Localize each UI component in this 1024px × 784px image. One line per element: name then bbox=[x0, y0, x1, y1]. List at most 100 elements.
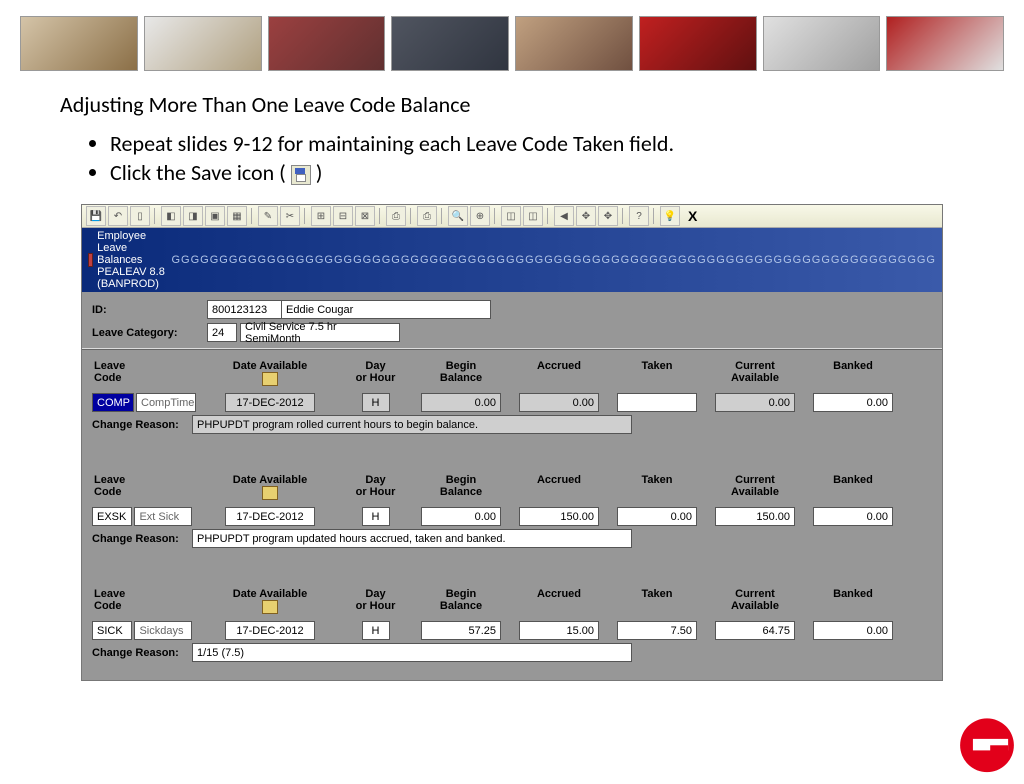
leave-code-field[interactable]: SICK bbox=[92, 621, 132, 640]
siue-logo bbox=[955, 712, 1019, 776]
col-day-hour: Dayor Hour bbox=[348, 360, 403, 391]
taken-field[interactable]: 7.50 bbox=[617, 621, 697, 640]
day-hour-field[interactable]: H bbox=[362, 621, 390, 640]
col-begin-balance: BeginBalance bbox=[421, 360, 501, 391]
window-title: Employee Leave Balances PEALEAV 8.8 (BAN… bbox=[97, 230, 167, 290]
search-icon[interactable]: 🔍 bbox=[448, 206, 468, 226]
bullet-text: Click the Save icon ( bbox=[110, 159, 291, 186]
col-current-available: CurrentAvailable bbox=[715, 474, 795, 505]
header-photo bbox=[763, 16, 881, 71]
col-banked: Banked bbox=[813, 474, 893, 505]
leave-code-desc: Ext Sick bbox=[134, 507, 192, 526]
accrued-field[interactable]: 150.00 bbox=[519, 507, 599, 526]
banked-field[interactable]: 0.00 bbox=[813, 507, 893, 526]
col-accrued: Accrued bbox=[519, 588, 599, 619]
change-reason-field[interactable]: 1/15 (7.5) bbox=[192, 643, 632, 662]
tool-icon[interactable]: ⊕ bbox=[470, 206, 490, 226]
slide-title: Adjusting More Than One Leave Code Balan… bbox=[60, 91, 964, 118]
undo-icon[interactable]: ↶ bbox=[108, 206, 128, 226]
day-hour-field[interactable]: H bbox=[362, 507, 390, 526]
header-photo bbox=[391, 16, 509, 71]
change-reason-label: Change Reason: bbox=[92, 647, 192, 659]
change-reason-label: Change Reason: bbox=[92, 533, 192, 545]
col-leave-code: LeaveCode bbox=[92, 474, 192, 505]
change-reason-field[interactable]: PHPUPDT program updated hours accrued, t… bbox=[192, 529, 632, 548]
leave-code-field[interactable]: COMP bbox=[92, 393, 134, 412]
tool-icon[interactable]: ◫ bbox=[501, 206, 521, 226]
day-hour-field[interactable]: H bbox=[362, 393, 390, 412]
calendar-icon[interactable] bbox=[262, 600, 278, 614]
begin-balance-field[interactable]: 0.00 bbox=[421, 393, 501, 412]
header-photo bbox=[515, 16, 633, 71]
tool-icon[interactable]: ◧ bbox=[161, 206, 181, 226]
leave-code-desc: Sickdays bbox=[134, 621, 192, 640]
accrued-field[interactable]: 0.00 bbox=[519, 393, 599, 412]
nav-icon[interactable]: ✥ bbox=[576, 206, 596, 226]
col-accrued: Accrued bbox=[519, 360, 599, 391]
bullet-text: ) bbox=[311, 159, 323, 186]
tool-icon[interactable]: ▣ bbox=[205, 206, 225, 226]
app-icon bbox=[88, 253, 93, 267]
tool-icon[interactable]: ✎ bbox=[258, 206, 278, 226]
close-button[interactable]: X bbox=[688, 208, 697, 224]
tool-icon[interactable]: ⎙ bbox=[386, 206, 406, 226]
col-date-avail: Date Available bbox=[210, 588, 330, 619]
tool-icon[interactable]: ▦ bbox=[227, 206, 247, 226]
current-available-field[interactable]: 0.00 bbox=[715, 393, 795, 412]
id-field[interactable]: 800123123 bbox=[207, 300, 282, 319]
save-icon[interactable]: 💾 bbox=[86, 206, 106, 226]
col-banked: Banked bbox=[813, 360, 893, 391]
taken-field[interactable]: 0.00 bbox=[617, 507, 697, 526]
change-reason-field[interactable]: PHPUPDT program rolled current hours to … bbox=[192, 415, 632, 434]
header-photo bbox=[639, 16, 757, 71]
begin-balance-field[interactable]: 57.25 bbox=[421, 621, 501, 640]
category-desc-field[interactable]: Civil Service 7.5 hr SemiMonth bbox=[240, 323, 400, 342]
tool-icon[interactable]: ⊠ bbox=[355, 206, 375, 226]
tool-icon[interactable]: ⊟ bbox=[333, 206, 353, 226]
taken-field[interactable] bbox=[617, 393, 697, 412]
tool-icon[interactable]: ◨ bbox=[183, 206, 203, 226]
category-label: Leave Category: bbox=[92, 327, 207, 339]
banked-field[interactable]: 0.00 bbox=[813, 393, 893, 412]
col-banked: Banked bbox=[813, 588, 893, 619]
col-begin-balance: BeginBalance bbox=[421, 474, 501, 505]
header-photo bbox=[144, 16, 262, 71]
bulb-icon[interactable]: 💡 bbox=[660, 206, 680, 226]
col-current-available: CurrentAvailable bbox=[715, 588, 795, 619]
window-titlebar: Employee Leave Balances PEALEAV 8.8 (BAN… bbox=[82, 228, 942, 292]
banner-app-window: 💾 ↶ ▯ ◧ ◨ ▣ ▦ ✎ ✂ ⊞ ⊟ ⊠ ⎙ ⎙ 🔍 ⊕ ◫ ◫ bbox=[81, 204, 943, 681]
date-available-field[interactable]: 17-DEC-2012 bbox=[225, 507, 315, 526]
col-leave-code: LeaveCode bbox=[92, 360, 192, 391]
bullet-item: Repeat slides 9-12 for maintaining each … bbox=[110, 130, 964, 157]
col-day-hour: Dayor Hour bbox=[348, 588, 403, 619]
tool-icon[interactable]: ⊞ bbox=[311, 206, 331, 226]
id-label: ID: bbox=[92, 304, 207, 316]
leave-code-desc: CompTime bbox=[136, 393, 196, 412]
date-available-field[interactable]: 17-DEC-2012 bbox=[225, 393, 315, 412]
bullet-item: Click the Save icon ( ) bbox=[110, 159, 964, 186]
calendar-icon[interactable] bbox=[262, 486, 278, 500]
document-icon[interactable]: ▯ bbox=[130, 206, 150, 226]
help-icon[interactable]: ? bbox=[629, 206, 649, 226]
change-reason-label: Change Reason: bbox=[92, 419, 192, 431]
category-code-field[interactable]: 24 bbox=[207, 323, 237, 342]
nav-prev-icon[interactable]: ◀ bbox=[554, 206, 574, 226]
accrued-field[interactable]: 15.00 bbox=[519, 621, 599, 640]
banked-field[interactable]: 0.00 bbox=[813, 621, 893, 640]
print-icon[interactable]: ⎙ bbox=[417, 206, 437, 226]
date-available-field[interactable]: 17-DEC-2012 bbox=[225, 621, 315, 640]
leave-code-field[interactable]: EXSK bbox=[92, 507, 132, 526]
save-icon bbox=[291, 165, 311, 185]
tool-icon[interactable]: ✂ bbox=[280, 206, 300, 226]
current-available-field[interactable]: 150.00 bbox=[715, 507, 795, 526]
nav-icon[interactable]: ✥ bbox=[598, 206, 618, 226]
begin-balance-field[interactable]: 0.00 bbox=[421, 507, 501, 526]
col-taken: Taken bbox=[617, 474, 697, 505]
current-available-field[interactable]: 64.75 bbox=[715, 621, 795, 640]
id-name-field[interactable]: Eddie Cougar bbox=[281, 300, 491, 319]
tool-icon[interactable]: ◫ bbox=[523, 206, 543, 226]
toolbar: 💾 ↶ ▯ ◧ ◨ ▣ ▦ ✎ ✂ ⊞ ⊟ ⊠ ⎙ ⎙ 🔍 ⊕ ◫ ◫ bbox=[82, 205, 942, 228]
col-date-avail: Date Available bbox=[210, 474, 330, 505]
calendar-icon[interactable] bbox=[262, 372, 278, 386]
header-photo bbox=[886, 16, 1004, 71]
